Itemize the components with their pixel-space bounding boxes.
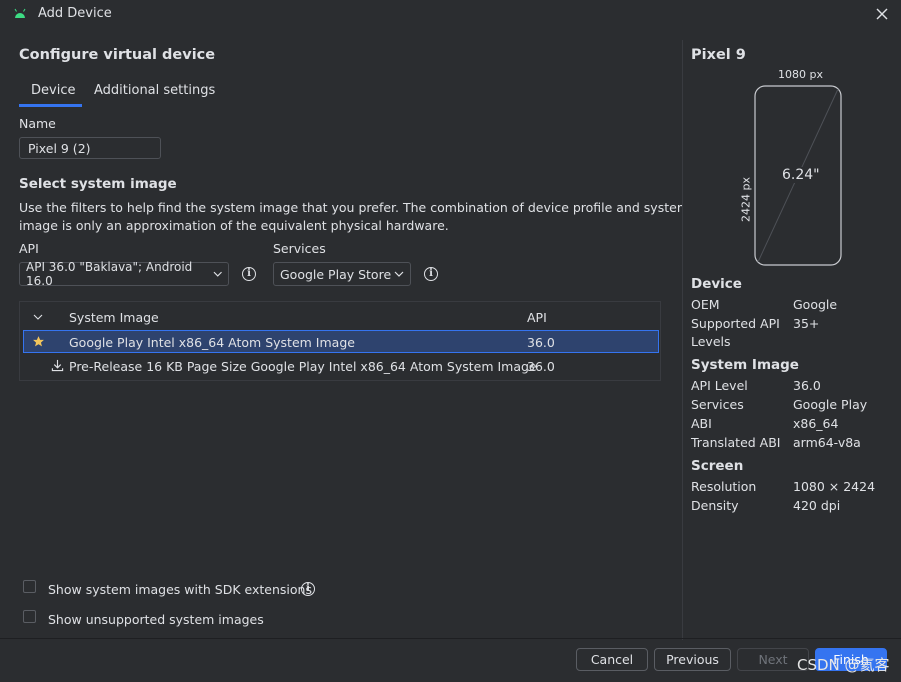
active-tab-indicator [19,104,82,107]
system-image-name: Pre-Release 16 KB Page Size Google Play … [69,359,537,374]
services-key: Services [691,397,744,412]
name-label: Name [19,116,56,131]
watermark: CSDN @氦客 [797,656,890,674]
unsupported-images-checkbox[interactable] [23,610,36,623]
services-info-icon[interactable]: i [424,267,438,281]
system-image-heading: Select system image [19,176,177,192]
previous-button[interactable]: Previous [654,648,731,671]
table-header: System Image API [23,305,659,328]
title-bar: Add Device [0,0,901,28]
page-title: Configure virtual device [19,47,216,63]
sdk-extensions-checkbox[interactable] [23,580,36,593]
api-dropdown[interactable]: API 36.0 "Baklava"; Android 16.0 [19,260,229,288]
table-row[interactable]: Pre-Release 16 KB Page Size Google Play … [23,354,659,377]
unsupported-images-label: Show unsupported system images [48,612,264,627]
density-value: 420 dpi [793,498,841,513]
preview-width-label: 1080 px [778,68,823,81]
oem-value: Google [793,297,838,312]
sdk-extensions-label: Show system images with SDK extensions [48,582,312,597]
preview-height-label: 2424 px [739,177,753,222]
api-dropdown-value: API 36.0 "Baklava"; Android 16.0 [26,260,193,288]
column-header-system-image[interactable]: System Image [69,310,159,325]
abi-key: ABI [691,416,712,431]
oem-key: OEM [691,297,720,312]
system-image-section-heading: System Image [691,357,799,373]
description-line-2: image is only an approximation of the eq… [19,218,449,233]
supported-api-value: 35+ [793,316,820,331]
translated-abi-key: Translated ABI [691,435,781,450]
chevron-down-icon [213,271,222,277]
description-line-1: Use the filters to help find the system … [19,200,689,215]
resolution-value: 1080 × 2424 [793,479,876,494]
chevron-down-icon [394,271,404,277]
api-level-value: 36.0 [793,378,821,393]
close-icon[interactable] [872,4,892,24]
services-value: Google Play [793,397,868,412]
api-level-key: API Level [691,378,748,393]
supported-api-key: Supported API [691,316,780,331]
android-icon [14,8,26,18]
chevron-down-icon[interactable] [33,314,43,320]
preview-device-name: Pixel 9 [691,47,746,63]
services-dropdown-value: Google Play Store [280,266,392,282]
screen-section-heading: Screen [691,458,744,474]
abi-value: x86_64 [793,416,839,431]
window-title: Add Device [38,6,112,21]
system-image-api: 36.0 [527,335,555,350]
star-icon [33,336,44,347]
tab-additional-settings[interactable]: Additional settings [94,83,215,98]
cancel-button[interactable]: Cancel [576,648,648,671]
table-row[interactable]: Google Play Intel x86_64 Atom System Ima… [23,330,659,353]
device-section-heading: Device [691,276,742,292]
api-label: API [19,241,39,256]
system-image-table: System Image API Google Play Intel x86_6… [19,301,661,381]
system-image-name: Google Play Intel x86_64 Atom System Ima… [69,335,355,350]
device-name-input[interactable] [19,137,161,159]
resolution-key: Resolution [691,479,757,494]
download-icon[interactable] [51,359,64,372]
density-key: Density [691,498,739,513]
translated-abi-value: arm64-v8a [793,435,861,450]
api-info-icon[interactable]: i [242,267,256,281]
system-image-api: 36.0 [527,359,555,374]
tab-device[interactable]: Device [31,83,75,98]
supported-api-key-line2: Levels [691,334,731,349]
sdk-extensions-info-icon[interactable]: i [301,582,315,596]
preview-diagonal: 6.24" [780,167,822,183]
column-header-api[interactable]: API [527,310,547,325]
services-label: Services [273,241,326,256]
services-dropdown[interactable]: Google Play Store [273,262,411,286]
